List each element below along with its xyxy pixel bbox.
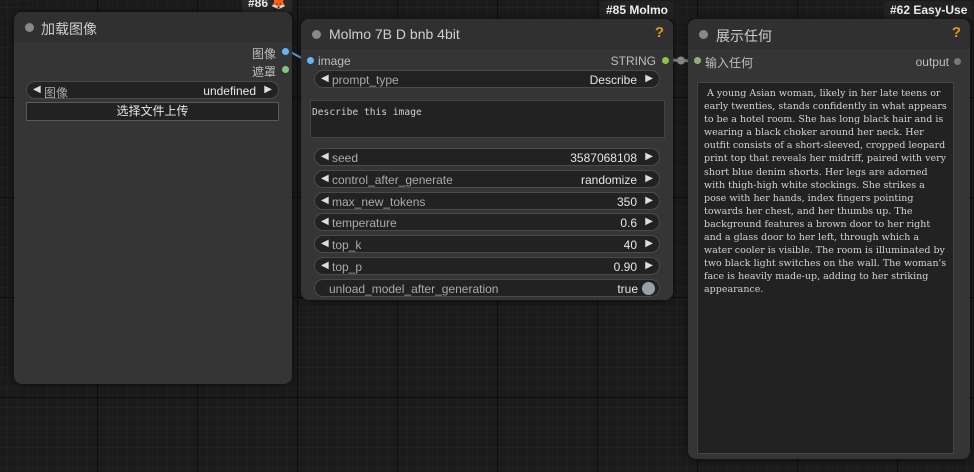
- widget-name: unload_model_after_generation: [329, 282, 499, 296]
- widget-value: 0.90: [613, 260, 637, 274]
- left-arrow-icon[interactable]: ◀: [321, 195, 329, 206]
- toggle-knob-icon[interactable]: [642, 282, 655, 295]
- node-title: 加载图像: [41, 21, 97, 37]
- widget-value: randomize: [580, 173, 637, 187]
- widget-value: true: [617, 282, 638, 296]
- seed-widget[interactable]: ◀ seed 3587068108 ▶: [314, 148, 660, 166]
- molmo-node[interactable]: Molmo 7B D bnb 4bit ? image STRING ◀ pro…: [301, 19, 673, 300]
- output-image-dot-icon[interactable]: [282, 48, 289, 55]
- node-id-badge: #62 Easy-Use: [884, 1, 974, 19]
- output-label-image: 图像: [251, 47, 276, 61]
- node-id-badge: #85 Molmo: [600, 1, 675, 19]
- upload-button[interactable]: 选择文件上传: [26, 102, 279, 121]
- output-label-mask: 遮罩: [251, 65, 276, 79]
- unload-model-toggle[interactable]: unload_model_after_generation true: [314, 279, 660, 297]
- prompt-type-combo[interactable]: ◀ prompt_type Describe ▶: [314, 70, 660, 88]
- widget-name: seed: [332, 151, 359, 165]
- widget-value: Describe: [589, 73, 637, 87]
- collapse-dot-icon[interactable]: [25, 23, 34, 32]
- top-p-widget[interactable]: ◀ top_p 0.90 ▶: [314, 257, 660, 275]
- output-mask-dot-icon[interactable]: [282, 66, 289, 73]
- right-arrow-icon[interactable]: ▶: [645, 173, 653, 184]
- input-any-dot-icon[interactable]: [694, 57, 701, 64]
- node-title-bar[interactable]: 展示任何 ?: [688, 19, 970, 49]
- widget-value: 350: [616, 195, 637, 209]
- output-label-output: output: [915, 55, 949, 69]
- left-arrow-icon[interactable]: ◀: [321, 173, 329, 184]
- input-label-image: image: [318, 54, 351, 68]
- widget-name: 图像: [44, 86, 69, 100]
- widget-name: max_new_tokens: [332, 195, 426, 209]
- widget-name: temperature: [332, 216, 397, 230]
- node-id-badge: #86 🦊: [242, 0, 293, 12]
- widget-value: 40: [623, 238, 637, 252]
- input-label-any: 输入任何: [705, 56, 754, 70]
- image-combo-widget[interactable]: ◀ 图像 undefined ▶: [26, 81, 279, 100]
- node-title: Molmo 7B D bnb 4bit: [329, 26, 460, 42]
- temperature-widget[interactable]: ◀ temperature 0.6 ▶: [314, 213, 660, 231]
- output-text-display[interactable]: A young Asian woman, likely in her late …: [697, 82, 954, 454]
- max-new-tokens-widget[interactable]: ◀ max_new_tokens 350 ▶: [314, 192, 660, 210]
- widget-name: prompt_type: [332, 73, 399, 87]
- left-arrow-icon[interactable]: ◀: [321, 238, 329, 249]
- node-title-bar[interactable]: 加载图像: [14, 12, 292, 42]
- control-after-generate-widget[interactable]: ◀ control_after_generate randomize ▶: [314, 170, 660, 188]
- help-icon[interactable]: ?: [952, 24, 961, 41]
- collapse-dot-icon[interactable]: [699, 30, 708, 39]
- right-arrow-icon[interactable]: ▶: [645, 238, 653, 249]
- left-arrow-icon[interactable]: ◀: [321, 216, 329, 227]
- node-title-bar[interactable]: Molmo 7B D bnb 4bit ?: [301, 19, 673, 49]
- input-image-dot-icon[interactable]: [307, 57, 314, 64]
- left-arrow-icon[interactable]: ◀: [33, 84, 41, 95]
- widget-name: top_k: [332, 238, 362, 252]
- link-midpoint: [677, 56, 685, 65]
- top-k-widget[interactable]: ◀ top_k 40 ▶: [314, 235, 660, 253]
- right-arrow-icon[interactable]: ▶: [645, 73, 653, 84]
- output-string-dot-icon[interactable]: [662, 57, 669, 64]
- right-arrow-icon[interactable]: ▶: [645, 260, 653, 271]
- right-arrow-icon[interactable]: ▶: [264, 84, 272, 95]
- show-any-node[interactable]: 展示任何 ? 输入任何 output A young Asian woman, …: [688, 19, 970, 459]
- help-icon[interactable]: ?: [655, 24, 664, 41]
- node-title: 展示任何: [716, 28, 772, 44]
- right-arrow-icon[interactable]: ▶: [645, 195, 653, 206]
- load-image-node[interactable]: 加载图像 图像 遮罩 ◀ 图像 undefined ▶ 选择文件上传: [14, 12, 292, 384]
- output-dot-icon[interactable]: [954, 58, 961, 65]
- widget-value: 3587068108: [570, 151, 637, 165]
- left-arrow-icon[interactable]: ◀: [321, 151, 329, 162]
- widget-value: undefined: [203, 84, 256, 98]
- widget-name: control_after_generate: [332, 173, 453, 187]
- left-arrow-icon[interactable]: ◀: [321, 260, 329, 271]
- output-label-string: STRING: [610, 54, 656, 68]
- right-arrow-icon[interactable]: ▶: [645, 216, 653, 227]
- collapse-dot-icon[interactable]: [312, 30, 321, 39]
- right-arrow-icon[interactable]: ▶: [645, 151, 653, 162]
- widget-name: top_p: [332, 260, 363, 274]
- widget-value: 0.6: [620, 216, 637, 230]
- prompt-textarea[interactable]: Describe this image: [310, 100, 665, 138]
- left-arrow-icon[interactable]: ◀: [321, 73, 329, 84]
